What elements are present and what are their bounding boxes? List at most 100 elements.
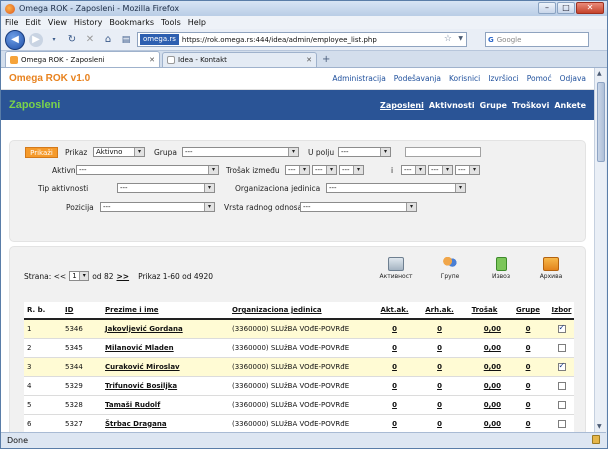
pozicija-select[interactable]: --- bbox=[100, 202, 215, 212]
cell-arh-ak-link[interactable]: 0 bbox=[417, 376, 462, 396]
menu-view[interactable]: View bbox=[48, 18, 67, 27]
menu-file[interactable]: File bbox=[5, 18, 18, 27]
col-org-jedinica[interactable]: Organizaciona jedinica bbox=[229, 302, 372, 320]
cell-trosak-link[interactable]: 0,00 bbox=[462, 338, 507, 358]
subnav-grupe[interactable]: Grupe bbox=[480, 101, 507, 110]
cell-trosak-link[interactable]: 0,00 bbox=[462, 376, 507, 396]
izbor-checkbox[interactable] bbox=[557, 343, 566, 352]
tab-idea-kontakt[interactable]: Idea - Kontakt ✕ bbox=[162, 52, 317, 67]
nav-podesavanja[interactable]: Podešavanja bbox=[394, 74, 441, 83]
subnav-aktivnosti[interactable]: Aktivnosti bbox=[429, 101, 475, 110]
menu-tools[interactable]: Tools bbox=[161, 18, 181, 27]
cell-trosak-link[interactable]: 0,00 bbox=[462, 319, 507, 339]
prikazi-button[interactable]: Prikaži bbox=[25, 147, 58, 158]
cell-arh-ak-link[interactable]: 0 bbox=[417, 338, 462, 358]
izbor-checkbox[interactable] bbox=[557, 381, 566, 390]
subnav-troskovi[interactable]: Troškovi bbox=[512, 101, 549, 110]
nav-pomoc[interactable]: Pomoć bbox=[527, 74, 552, 83]
trosak-from-2[interactable]: --- bbox=[312, 165, 337, 175]
grupe-action[interactable]: Групе bbox=[430, 257, 470, 280]
page-select[interactable]: 1 bbox=[69, 271, 90, 281]
pager-next[interactable]: >> bbox=[117, 272, 130, 281]
cell-arh-ak-link[interactable]: 0 bbox=[417, 357, 462, 377]
org-jedinica-select[interactable]: --- bbox=[326, 183, 466, 193]
arhiva-action[interactable]: Архива bbox=[531, 257, 571, 280]
cell-arh-ak-link[interactable]: 0 bbox=[417, 414, 462, 432]
subnav-zaposleni[interactable]: Zaposleni bbox=[380, 101, 424, 110]
tip-aktivnosti-select[interactable]: --- bbox=[117, 183, 215, 193]
bookmark-star-icon[interactable]: ☆ bbox=[444, 34, 452, 44]
aktivnost-action[interactable]: Активност bbox=[376, 257, 416, 280]
trosak-from-1[interactable]: --- bbox=[285, 165, 310, 175]
pager-prev[interactable]: Strana: << bbox=[24, 272, 66, 281]
url-bar[interactable]: omega.rs https://rok.omega.rs:444/idea/a… bbox=[137, 32, 467, 47]
padlock-icon[interactable] bbox=[592, 435, 600, 444]
reload-icon[interactable]: ↻ bbox=[65, 33, 79, 47]
cell-grupe-link[interactable]: 0 bbox=[507, 395, 549, 415]
cell-akt-ak-link[interactable]: 0 bbox=[372, 338, 417, 358]
maximize-button[interactable]: □ bbox=[557, 2, 575, 14]
trosak-from-3[interactable]: --- bbox=[339, 165, 364, 175]
url-dropdown-icon[interactable]: ▼ bbox=[458, 35, 463, 42]
nav-odjava[interactable]: Odjava bbox=[560, 74, 586, 83]
izvoz-action[interactable]: Извоз bbox=[481, 257, 521, 280]
cell-akt-ak-link[interactable]: 0 bbox=[372, 319, 417, 339]
vrsta-radnog-odnosa-select[interactable]: --- bbox=[300, 202, 417, 212]
menu-history[interactable]: History bbox=[74, 18, 102, 27]
cell-trosak-link[interactable]: 0,00 bbox=[462, 414, 507, 432]
izbor-checkbox[interactable] bbox=[557, 400, 566, 409]
site-identity-button[interactable]: omega.rs bbox=[140, 34, 179, 45]
u-polju-select[interactable]: --- bbox=[338, 147, 391, 157]
col-arh-ak[interactable]: Arh.ak. bbox=[417, 302, 462, 320]
nav-izvrsioci[interactable]: Izvršioci bbox=[488, 74, 518, 83]
izbor-checkbox[interactable] bbox=[557, 323, 566, 333]
col-izbor[interactable]: Izbor bbox=[549, 302, 574, 320]
col-prezime-ime[interactable]: Prezime i ime bbox=[102, 302, 229, 320]
cell-name-link[interactable]: Tamaši Rudolf bbox=[102, 395, 229, 415]
back-icon[interactable]: ◀ bbox=[5, 29, 25, 50]
tab-close-icon[interactable]: ✕ bbox=[149, 56, 155, 64]
trosak-to-1[interactable]: --- bbox=[401, 165, 426, 175]
izbor-checkbox[interactable] bbox=[557, 419, 566, 428]
trosak-to-2[interactable]: --- bbox=[428, 165, 453, 175]
izbor-checkbox[interactable] bbox=[557, 361, 566, 371]
cell-grupe-link[interactable]: 0 bbox=[507, 414, 549, 432]
stop-icon[interactable]: ✕ bbox=[83, 33, 97, 47]
search-input[interactable]: G Google bbox=[485, 32, 589, 47]
cell-name-link[interactable]: Milanović Mladen bbox=[102, 338, 229, 358]
cell-trosak-link[interactable]: 0,00 bbox=[462, 395, 507, 415]
scroll-thumb[interactable] bbox=[597, 82, 605, 162]
forward-icon[interactable]: ▶ bbox=[29, 32, 43, 47]
cell-grupe-link[interactable]: 0 bbox=[507, 319, 549, 339]
cell-name-link[interactable]: Trifunović Bosiljka bbox=[102, 376, 229, 396]
tab-omega-zaposleni[interactable]: Omega ROK - Zaposleni ✕ bbox=[5, 51, 160, 67]
col-grupe[interactable]: Grupe bbox=[507, 302, 549, 320]
aktivnost-select[interactable]: --- bbox=[76, 165, 219, 175]
cell-trosak-link[interactable]: 0,00 bbox=[462, 357, 507, 377]
cell-arh-ak-link[interactable]: 0 bbox=[417, 319, 462, 339]
nav-administracija[interactable]: Administracija bbox=[332, 74, 385, 83]
cell-grupe-link[interactable]: 0 bbox=[507, 376, 549, 396]
brand-logo[interactable]: Omega ROK v1.0 bbox=[9, 73, 90, 84]
cell-akt-ak-link[interactable]: 0 bbox=[372, 395, 417, 415]
tab-close-icon[interactable]: ✕ bbox=[306, 56, 312, 64]
vertical-scrollbar[interactable]: ▲ ▼ bbox=[594, 68, 606, 432]
prikaz-select[interactable]: Aktivno bbox=[93, 147, 145, 157]
home-icon[interactable]: ⌂ bbox=[101, 33, 115, 47]
close-button[interactable]: ✕ bbox=[576, 2, 604, 14]
cell-grupe-link[interactable]: 0 bbox=[507, 357, 549, 377]
col-trosak[interactable]: Trošak bbox=[462, 302, 507, 320]
history-dropdown-icon[interactable]: ▾ bbox=[47, 33, 61, 47]
cell-akt-ak-link[interactable]: 0 bbox=[372, 357, 417, 377]
menu-bookmarks[interactable]: Bookmarks bbox=[109, 18, 154, 27]
cell-name-link[interactable]: Jakovljević Gordana bbox=[102, 319, 229, 339]
menu-edit[interactable]: Edit bbox=[25, 18, 41, 27]
new-tab-icon[interactable]: + bbox=[322, 54, 330, 65]
google-icon[interactable]: G bbox=[488, 36, 494, 44]
menu-help[interactable]: Help bbox=[188, 18, 206, 27]
page-icon[interactable]: ▤ bbox=[119, 33, 133, 47]
col-akt-ak[interactable]: Akt.ak. bbox=[372, 302, 417, 320]
subnav-ankete[interactable]: Ankete bbox=[554, 101, 586, 110]
cell-arh-ak-link[interactable]: 0 bbox=[417, 395, 462, 415]
col-id[interactable]: ID bbox=[62, 302, 102, 320]
